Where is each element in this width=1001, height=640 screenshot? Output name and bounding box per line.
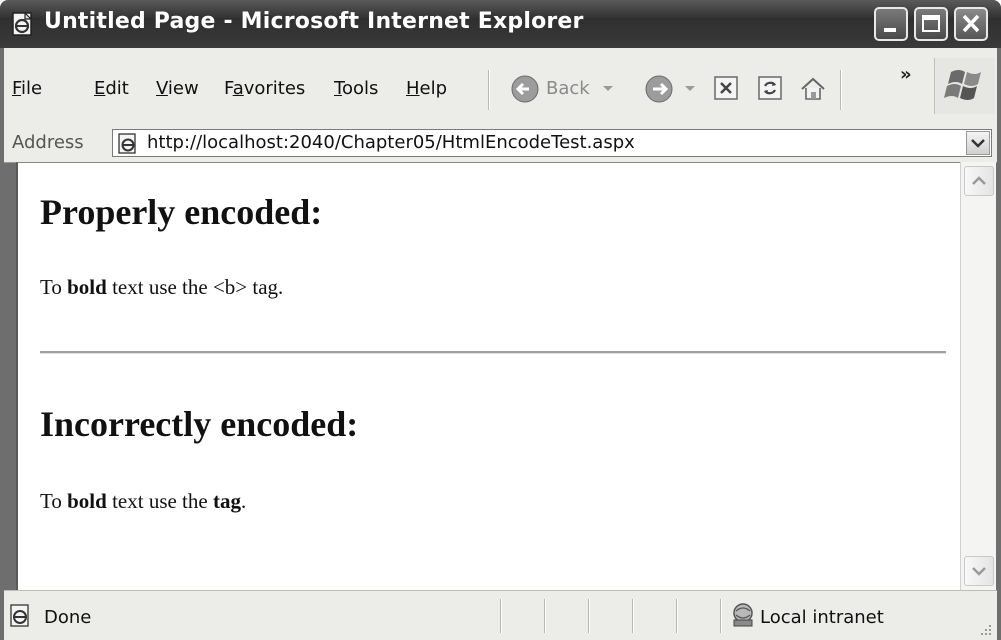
ie-page-icon	[10, 604, 29, 627]
address-input[interactable]: http://localhost:2040/Chapter05/HtmlEnco…	[112, 129, 992, 157]
paragraph-incorrectly-encoded: To bold text use the tag.	[40, 489, 247, 513]
chevron-up-icon	[972, 176, 986, 185]
status-divider	[632, 599, 634, 633]
toolbar-separator	[840, 70, 842, 110]
address-label: Address	[12, 132, 84, 153]
scroll-up-button[interactable]	[964, 166, 994, 196]
forward-dropdown-icon[interactable]	[684, 84, 696, 94]
menu-tools[interactable]: Tools	[334, 78, 378, 99]
vertical-scrollbar[interactable]	[960, 162, 996, 590]
back-dropdown-icon[interactable]	[602, 84, 614, 94]
menu-file[interactable]: File	[12, 78, 42, 99]
address-dropdown-button[interactable]	[966, 131, 990, 155]
address-bar: Address http://localhost:2040/Chapter05/…	[4, 126, 997, 163]
title-bar[interactable]: Untitled Page - Microsoft Internet Explo…	[0, 0, 1001, 48]
menu-toolbar: File Edit View Favorites Tools Help Back	[4, 48, 997, 127]
toolbar-overflow-chevron[interactable]: »	[900, 64, 912, 85]
ie-page-icon	[118, 133, 136, 154]
forward-icon[interactable]	[644, 74, 674, 104]
ie-page-icon	[12, 12, 33, 36]
security-zone-label: Local intranet	[760, 607, 884, 628]
menu-help[interactable]: Help	[406, 78, 447, 99]
paragraph-properly-encoded: To bold text use the <b> tag.	[40, 275, 284, 299]
chevron-down-icon	[972, 567, 986, 576]
heading-incorrectly-encoded: Incorrectly encoded:	[40, 404, 359, 444]
status-divider	[588, 599, 590, 633]
resize-grip-icon[interactable]	[977, 621, 993, 637]
windows-logo-icon	[944, 70, 981, 100]
status-divider	[676, 599, 678, 633]
home-icon[interactable]	[798, 74, 828, 104]
close-icon	[962, 14, 980, 33]
refresh-icon[interactable]	[756, 74, 784, 102]
status-bar: Done Local intranet	[4, 590, 997, 640]
local-intranet-icon	[733, 603, 753, 627]
minimize-button[interactable]	[874, 7, 908, 41]
toolbar-separator	[488, 70, 490, 110]
menu-favorites[interactable]: Favorites	[224, 78, 305, 99]
maximize-icon	[922, 15, 940, 32]
page-content: Properly encoded: To bold text use the <…	[16, 162, 960, 590]
maximize-button[interactable]	[914, 7, 948, 41]
brand-area	[934, 58, 995, 114]
window-title: Untitled Page - Microsoft Internet Explo…	[44, 9, 584, 34]
chevron-down-icon	[971, 139, 985, 148]
status-divider	[720, 599, 722, 633]
status-divider	[500, 599, 502, 633]
menu-edit[interactable]: Edit	[94, 78, 129, 99]
status-divider	[544, 599, 546, 633]
status-text: Done	[44, 607, 92, 628]
horizontal-rule	[40, 351, 946, 354]
back-icon[interactable]	[510, 74, 540, 104]
stop-icon[interactable]	[712, 74, 740, 102]
menu-view[interactable]: View	[156, 78, 199, 99]
back-button-label[interactable]: Back	[546, 78, 590, 99]
address-url[interactable]: http://localhost:2040/Chapter05/HtmlEnco…	[147, 132, 635, 153]
close-button[interactable]	[954, 7, 988, 41]
browser-window: Untitled Page - Microsoft Internet Explo…	[0, 0, 1001, 640]
scroll-down-button[interactable]	[964, 556, 994, 586]
heading-properly-encoded: Properly encoded:	[40, 192, 323, 232]
minimize-icon	[884, 28, 896, 32]
